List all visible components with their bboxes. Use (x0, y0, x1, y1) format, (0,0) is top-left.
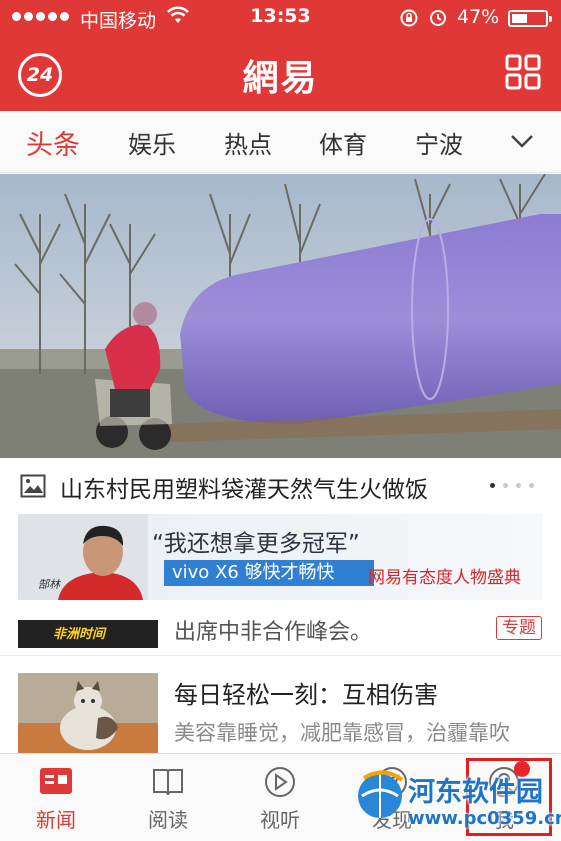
status-bar: 中国移动 13:53 47% (0, 0, 561, 36)
special-topic-badge: 专题 (496, 616, 542, 640)
list-item-text: 出席中非合作峰会。 (174, 620, 373, 645)
watermark-logo-icon (358, 770, 404, 818)
list-thumbnail: 非洲时间 (18, 620, 158, 648)
battery-percent: 47% (457, 6, 500, 28)
article-title: 每日轻松一刻：互相伤害 (174, 681, 438, 709)
hero-caption[interactable]: 山东村民用塑料袋灌天然气生火做饭 (0, 458, 561, 512)
battery-icon (508, 10, 552, 27)
carousel-dot (516, 483, 521, 488)
tab-entertainment[interactable]: 娱乐 (128, 125, 176, 160)
thumbnail-caption: 非洲时间 (53, 627, 106, 642)
picture-icon (20, 474, 46, 498)
hero-title[interactable]: 山东村民用塑料袋灌天然气生火做饭 (60, 470, 428, 504)
news-icon (40, 768, 72, 794)
ad-vivo-slogan: vivo X6 够快才畅快 (164, 560, 374, 586)
tabbar-label: 新闻 (36, 808, 76, 832)
carousel-dot (490, 483, 495, 488)
book-icon (153, 769, 183, 796)
carousel-dot (503, 483, 508, 488)
hero-photo (0, 174, 561, 458)
article-thumbnail (18, 673, 158, 753)
list-item[interactable]: 每日轻松一刻：互相伤害 美容靠睡觉，减肥靠感冒，治霾靠吹 (0, 657, 561, 753)
list-item[interactable]: 非洲时间 出席中非合作峰会。 专题 (0, 610, 561, 656)
watermark-url: www.pc0359.cn (408, 808, 561, 829)
app-header: 24 網易 (0, 36, 561, 111)
tabbar-reading[interactable]: 阅读 (112, 754, 224, 841)
tab-sports[interactable]: 体育 (319, 125, 367, 160)
top-bar: 中国移动 13:53 47% 24 網易 (0, 0, 561, 111)
chevron-down-icon[interactable] (509, 131, 535, 151)
ad-quote: “我还想拿更多冠军” (152, 531, 360, 557)
tab-headlines[interactable]: 头条 (26, 123, 80, 162)
hero-image[interactable] (0, 174, 561, 458)
carousel-dot (529, 483, 534, 488)
tabbar-news[interactable]: 新闻 (0, 754, 112, 841)
channel-tabs: 头条 娱乐 热点 体育 宁波 (0, 111, 561, 173)
app-logo: 網易 (242, 57, 319, 99)
rotation-lock-icon (400, 9, 418, 27)
carousel-indicator (490, 483, 534, 488)
tabbar-media[interactable]: 视听 (224, 754, 336, 841)
watermark: 河东软件园 www.pc0359.cn (352, 758, 561, 838)
tabbar-label: 视听 (260, 808, 300, 832)
alarm-icon (430, 10, 446, 26)
ad-person-name: 郜林 (38, 578, 60, 591)
tab-hot[interactable]: 热点 (224, 125, 272, 160)
grid-menu-icon[interactable] (505, 54, 541, 90)
ad-banner[interactable]: 郜林 “我还想拿更多冠军” vivo X6 够快才畅快 网易有态度人物盛典 (18, 514, 543, 600)
play-icon (265, 767, 295, 797)
article-summary: 美容靠睡觉，减肥靠感冒，治霾靠吹 (174, 721, 510, 745)
ad-event-name: 网易有态度人物盛典 (368, 568, 521, 588)
tabbar-label: 阅读 (148, 808, 188, 832)
watermark-name: 河东软件园 (408, 777, 543, 808)
tab-ningbo[interactable]: 宁波 (415, 125, 463, 160)
